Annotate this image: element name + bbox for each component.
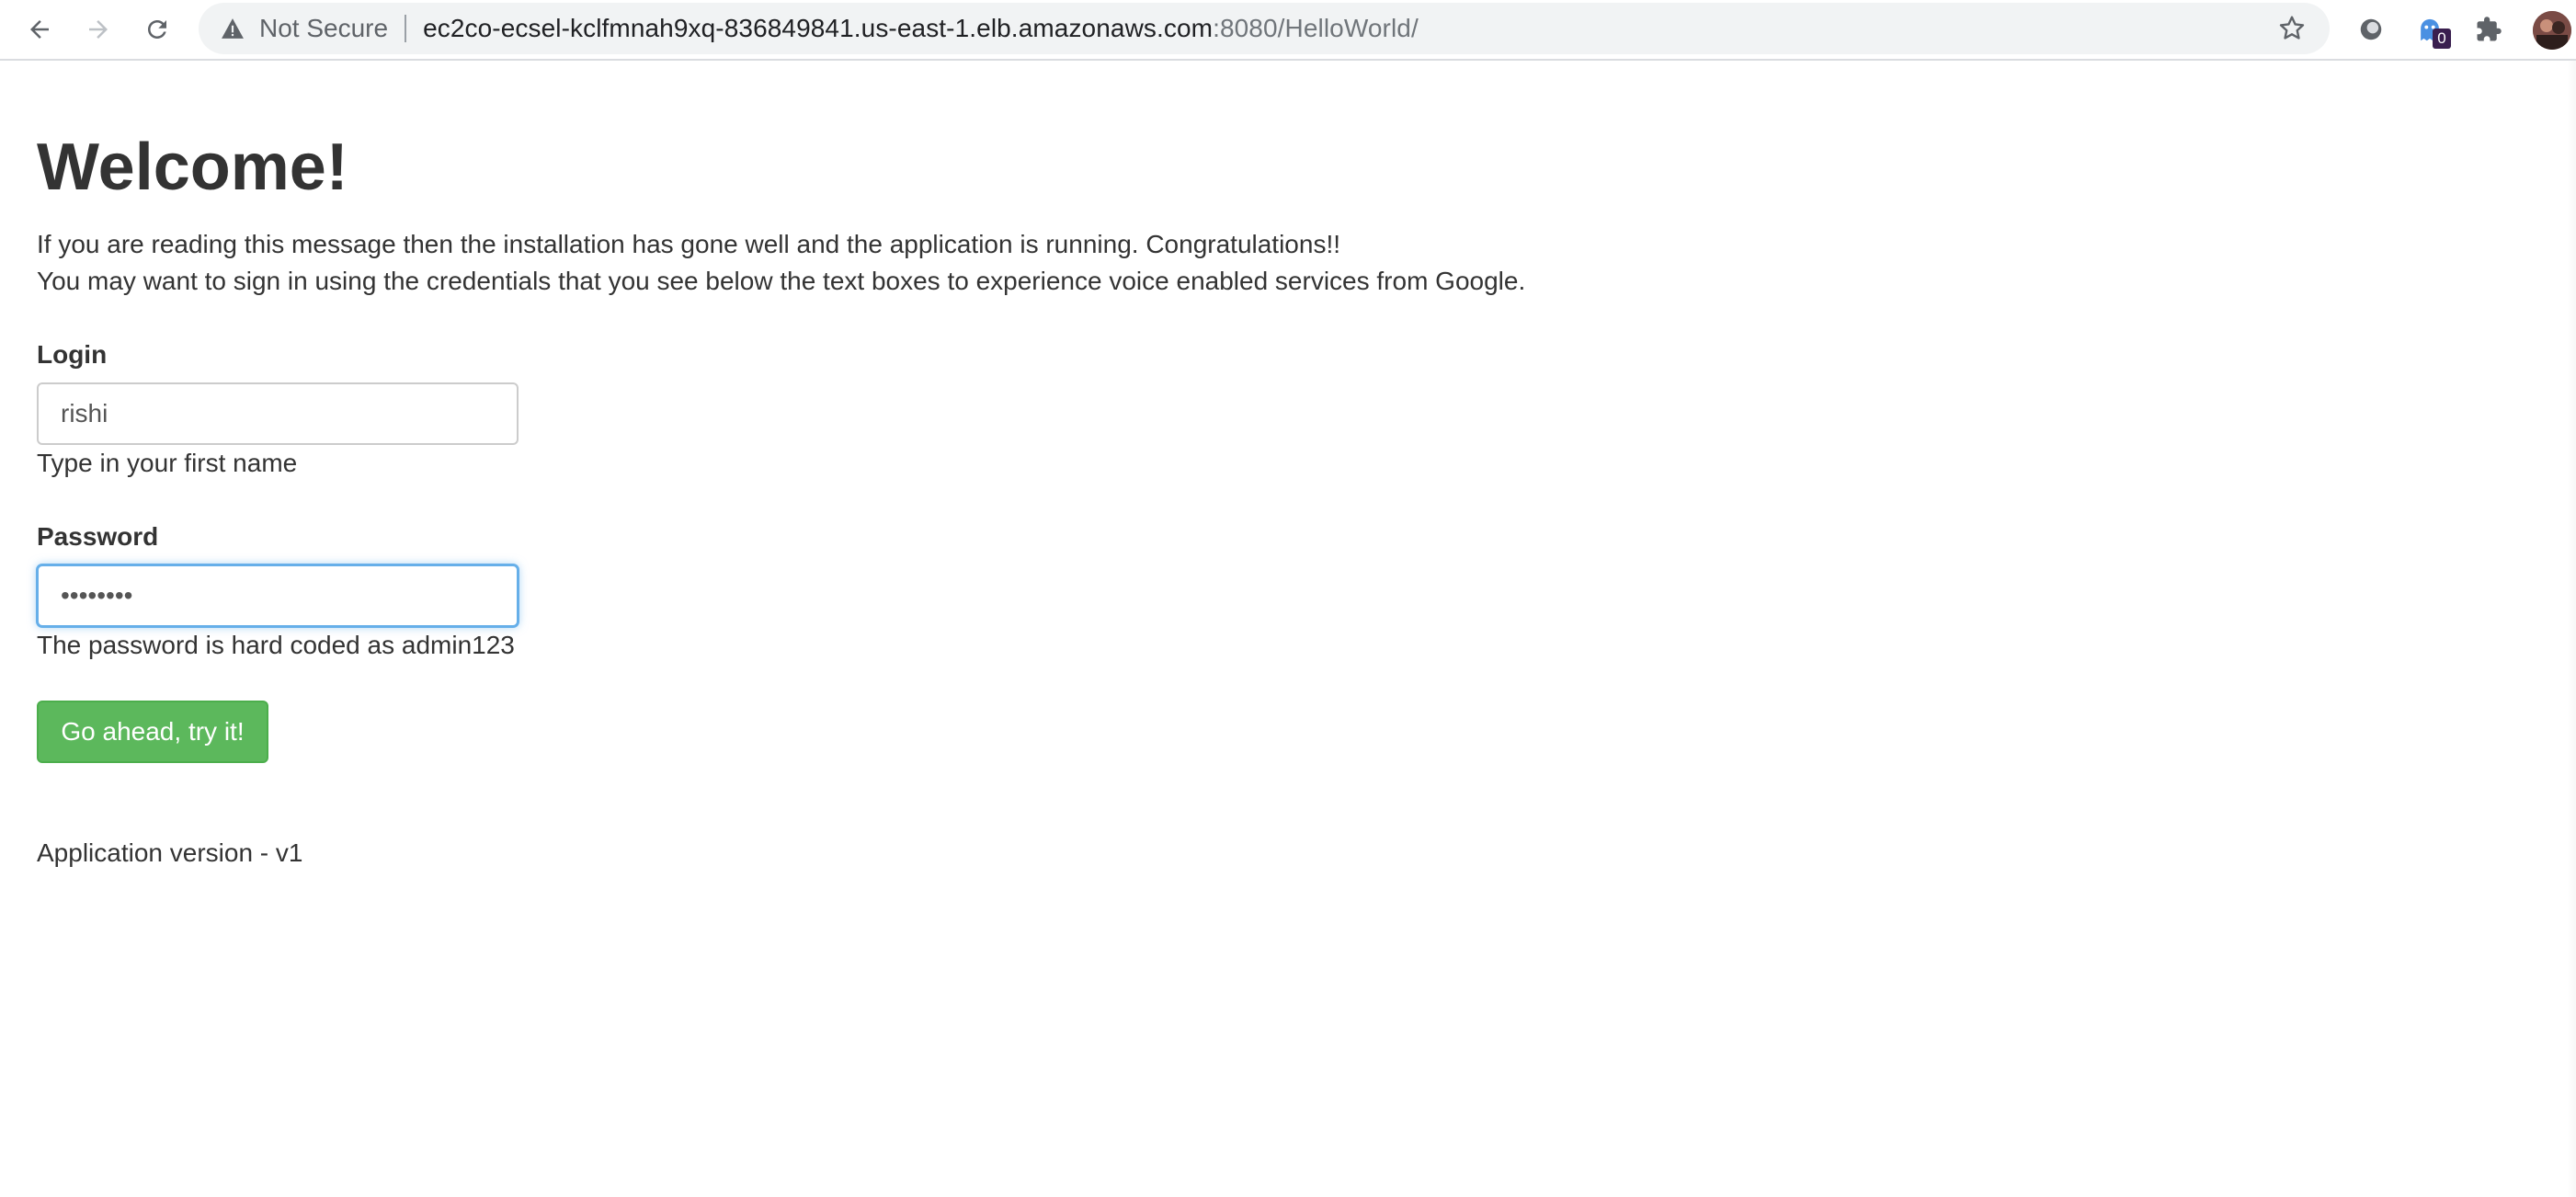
security-label: Not Secure xyxy=(259,14,389,42)
avatar-image xyxy=(2533,11,2571,50)
profile-avatar[interactable] xyxy=(2533,11,2571,50)
intro-line-1: If you are reading this message then the… xyxy=(37,230,1341,258)
page-scroll-edge xyxy=(2567,61,2576,1197)
omnibox-divider xyxy=(405,15,407,42)
intro-line-2: You may want to sign in using the creden… xyxy=(37,267,1526,295)
circle-extension-icon xyxy=(2360,18,2382,40)
extension-button-1[interactable] xyxy=(2350,8,2392,51)
password-help-text: The password is hard coded as admin123 xyxy=(37,631,515,659)
reload-button[interactable] xyxy=(136,8,178,51)
address-bar[interactable]: Not Secure ec2co-ecsel-kclfmnah9xq-83684… xyxy=(199,3,2330,54)
extension-button-2[interactable]: 0 xyxy=(2409,8,2451,51)
page-title: Welcome! xyxy=(37,131,348,204)
security-indicator[interactable]: Not Secure xyxy=(221,3,388,54)
app-version-text: Application version - v1 xyxy=(37,838,303,867)
warning-icon xyxy=(222,18,244,39)
submit-button[interactable]: Go ahead, try it! xyxy=(37,701,268,763)
forward-arrow-icon xyxy=(89,20,108,39)
browser-toolbar: Not Secure ec2co-ecsel-kclfmnah9xq-83684… xyxy=(0,0,2576,61)
star-icon xyxy=(2279,16,2305,40)
url-host: ec2co-ecsel-kclfmnah9xq-836849841.us-eas… xyxy=(423,14,1214,42)
login-help-text: Type in your first name xyxy=(37,449,298,477)
password-label: Password xyxy=(37,522,159,551)
password-input[interactable] xyxy=(37,564,519,627)
url-path: :8080/HelloWorld/ xyxy=(1213,14,1419,42)
extensions-menu-button[interactable] xyxy=(2468,8,2510,51)
bookmark-button[interactable] xyxy=(2274,11,2309,46)
reload-icon xyxy=(148,20,166,39)
login-input[interactable] xyxy=(37,382,519,445)
login-label: Login xyxy=(37,340,108,369)
back-arrow-icon xyxy=(30,20,49,39)
back-button[interactable] xyxy=(18,8,61,51)
url-text[interactable]: ec2co-ecsel-kclfmnah9xq-836849841.us-eas… xyxy=(423,14,1419,43)
puzzle-icon xyxy=(2477,17,2502,41)
forward-button[interactable] xyxy=(77,8,120,51)
extension-badge: 0 xyxy=(2433,28,2451,49)
